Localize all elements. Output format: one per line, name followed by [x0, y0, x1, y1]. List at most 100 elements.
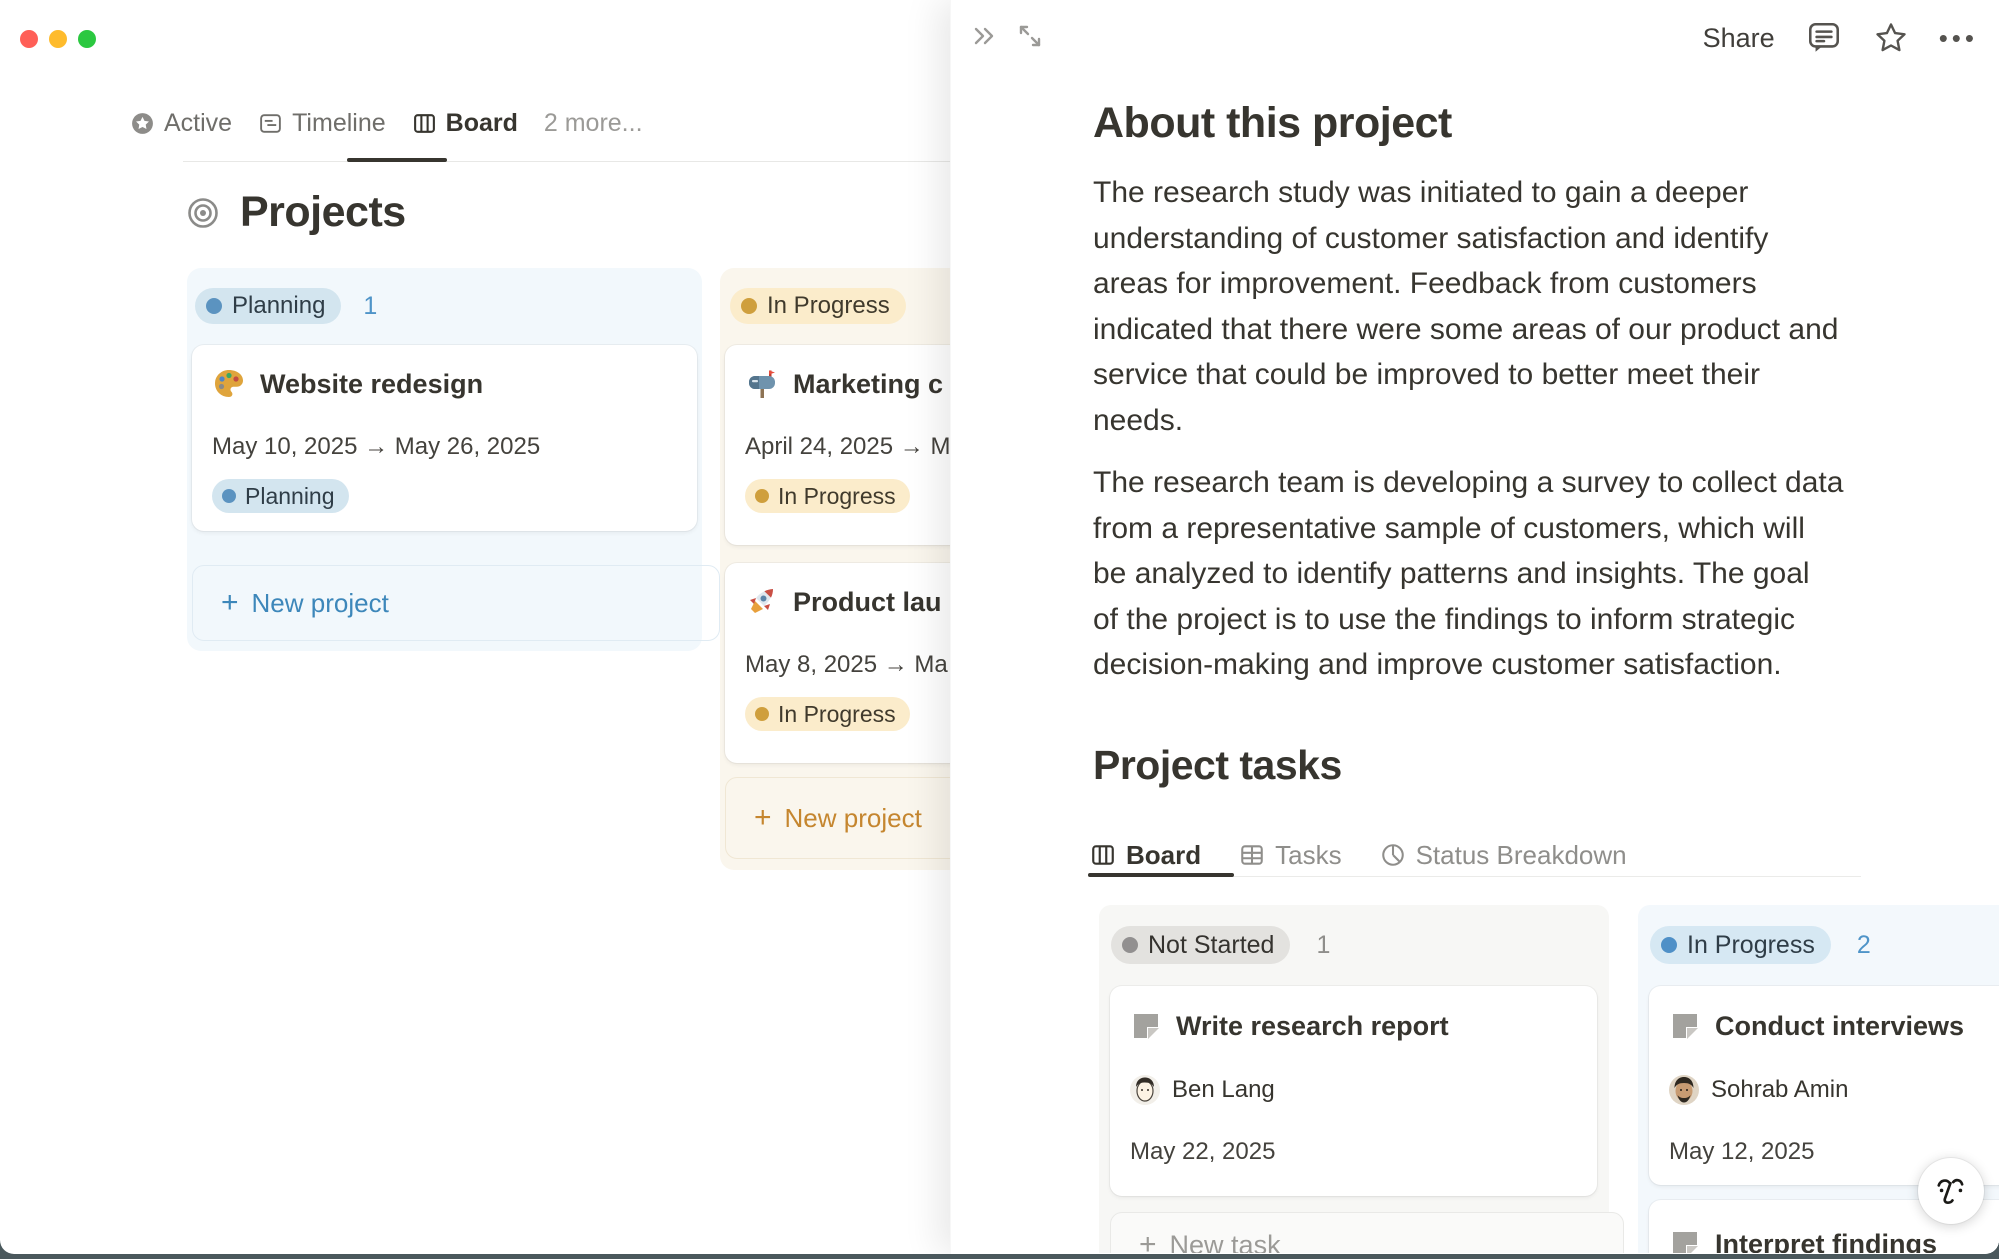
status-label: In Progress: [767, 292, 890, 320]
new-task-label: New task: [1170, 1230, 1281, 1254]
paragraph-line: be analyzed to identify patterns and ins…: [1093, 551, 1893, 597]
target-icon: [186, 196, 220, 230]
panel-nav: [968, 20, 1046, 52]
page-icon: [1130, 1010, 1162, 1042]
expand-page-icon[interactable]: [1014, 20, 1046, 52]
share-button[interactable]: Share: [1703, 23, 1775, 54]
page-icon: [1669, 1228, 1701, 1253]
tab-label: Active: [164, 109, 232, 138]
tasks-active-tab-underline: [1088, 873, 1234, 877]
board-column-planning: Planning 1 Website redesign May 10, 2025…: [187, 268, 702, 651]
ai-face-icon: [1931, 1171, 1971, 1211]
tabs-divider: [183, 161, 950, 162]
status-label: In Progress: [778, 701, 896, 728]
board-icon: [412, 111, 437, 136]
status-dot: [1122, 937, 1138, 953]
status-dot: [755, 489, 769, 503]
card-date: May 22, 2025: [1130, 1138, 1577, 1166]
window-controls: [20, 30, 96, 48]
card-title: Conduct interviews: [1715, 1011, 1964, 1042]
close-peek-icon[interactable]: [968, 20, 1000, 52]
paragraph-line: of the project is to use the findings to…: [1093, 597, 1893, 643]
status-pill-planning: Planning: [195, 288, 341, 324]
status-dot: [1661, 937, 1677, 953]
column-count: 2: [1857, 931, 1871, 960]
new-project-label: New project: [252, 588, 389, 619]
status-dot: [206, 298, 222, 314]
table-icon: [1239, 842, 1265, 868]
ai-assistant-button[interactable]: [1918, 1158, 1984, 1224]
tasks-column-not-started: Not Started 1 Write research report: [1099, 905, 1609, 1253]
zoom-window-button[interactable]: [78, 30, 96, 48]
status-label: In Progress: [1687, 931, 1815, 960]
status-label: Planning: [232, 292, 325, 320]
panel-actions: Share •••: [1703, 16, 1978, 60]
paragraph-line: areas for improvement. Feedback from cus…: [1093, 261, 1893, 307]
assignee-name: Ben Lang: [1172, 1076, 1275, 1104]
card-title: Write research report: [1176, 1011, 1449, 1042]
pie-chart-icon: [1380, 842, 1406, 868]
task-card-write-research-report[interactable]: Write research report Ben Lang May 22, 2…: [1110, 986, 1597, 1196]
status-pill-in-progress: In Progress: [1650, 926, 1831, 964]
paragraph-line: The research study was initiated to gain…: [1093, 170, 1893, 216]
card-title: Marketing c: [793, 369, 943, 400]
plus-icon: +: [754, 801, 772, 835]
more-options-icon[interactable]: •••: [1939, 23, 1978, 54]
tasks-board: Not Started 1 Write research report: [1099, 905, 1999, 1253]
star-badge-icon: [130, 111, 155, 136]
new-task-button[interactable]: + New task: [1110, 1212, 1624, 1253]
board-icon: [1090, 842, 1116, 868]
status-dot: [755, 707, 769, 721]
tasks-tab-status-breakdown[interactable]: Status Breakdown: [1380, 840, 1627, 871]
paragraph-line: service that could be improved to better…: [1093, 352, 1893, 398]
column-header: Planning 1: [187, 268, 702, 324]
status-dot: [741, 298, 757, 314]
tab-board-view[interactable]: Board: [412, 109, 518, 138]
minimize-window-button[interactable]: [49, 30, 67, 48]
tasks-heading: Project tasks: [1093, 742, 1342, 789]
card-status-tag: In Progress: [745, 479, 910, 513]
tab-more-views[interactable]: 2 more...: [544, 109, 643, 138]
page-title-row: Projects: [186, 188, 406, 237]
timeline-icon: [258, 111, 283, 136]
status-pill-not-started: Not Started: [1111, 926, 1290, 964]
tasks-tab-tasks[interactable]: Tasks: [1239, 840, 1341, 871]
tab-timeline-view[interactable]: Timeline: [258, 109, 386, 138]
close-window-button[interactable]: [20, 30, 38, 48]
new-project-button-planning[interactable]: + New project: [192, 565, 720, 641]
notion-window: Active Timeline Board 2 more... Projects: [0, 0, 1999, 1254]
project-card-website-redesign[interactable]: Website redesign May 10, 2025 → May 26, …: [192, 345, 697, 531]
tab-label: Timeline: [292, 109, 386, 138]
mailbox-icon: [745, 367, 779, 401]
plus-icon: +: [1139, 1228, 1157, 1253]
tab-label: 2 more...: [544, 109, 643, 138]
avatar-ben-lang: [1130, 1075, 1160, 1105]
status-label: In Progress: [778, 483, 896, 510]
paragraph-line: The research team is developing a survey…: [1093, 460, 1893, 506]
tab-label: Board: [1126, 840, 1201, 871]
paragraph-line: needs.: [1093, 398, 1893, 444]
active-tab-underline: [347, 158, 447, 162]
tasks-tab-board[interactable]: Board: [1090, 840, 1201, 871]
tab-label: Status Breakdown: [1416, 840, 1627, 871]
page-title: Projects: [240, 188, 406, 237]
status-dot: [222, 489, 236, 503]
tasks-view-tabs: Board Tasks Status Breakdown: [1090, 834, 1627, 876]
rocket-icon: [745, 585, 779, 619]
plus-icon: +: [221, 586, 239, 620]
card-title: Interpret findings: [1715, 1229, 1937, 1254]
favorite-star-icon[interactable]: [1873, 20, 1909, 56]
status-pill-in-progress: In Progress: [730, 288, 906, 324]
side-peek-panel: Share ••• About this project The researc…: [950, 0, 1999, 1254]
card-status-tag: In Progress: [745, 697, 910, 731]
doc-paragraph-1: The research study was initiated to gain…: [1093, 170, 1893, 443]
tab-active-view[interactable]: Active: [130, 109, 232, 138]
card-title: Product lau: [793, 587, 942, 618]
paragraph-line: from a representative sample of customer…: [1093, 506, 1893, 552]
paragraph-line: decision-making and improve customer sat…: [1093, 642, 1893, 688]
task-card-conduct-interviews[interactable]: Conduct interviews Sohrab Amin May 12, 2…: [1649, 986, 1999, 1185]
paragraph-line: indicated that there were some areas of …: [1093, 307, 1893, 353]
comments-icon[interactable]: [1805, 19, 1843, 57]
new-project-label: New project: [785, 803, 922, 834]
paragraph-line: understanding of customer satisfaction a…: [1093, 216, 1893, 262]
